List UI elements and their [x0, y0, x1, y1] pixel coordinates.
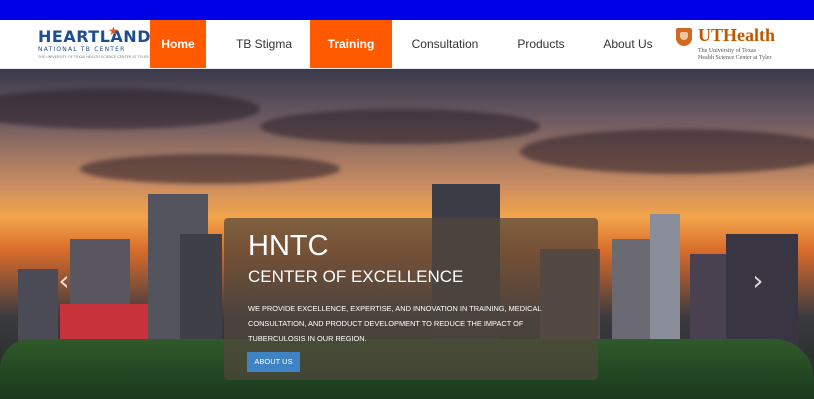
- cloud: [0, 89, 260, 129]
- nav-about-us[interactable]: About Us: [592, 20, 664, 68]
- nav-training[interactable]: Training: [310, 20, 392, 68]
- hero-carousel: ‹ › HNTC CENTER OF EXCELLENCE WE PROVIDE…: [0, 69, 814, 399]
- partner-line-2: Health Science Center at Tyler: [698, 55, 772, 61]
- partner-name: UTHealth: [698, 25, 776, 45]
- brand-subtitle: NATIONAL TB CENTER: [38, 46, 126, 53]
- hero-body: WE PROVIDE EXCELLENCE, EXPERTISE, AND IN…: [248, 304, 542, 343]
- cloud: [520, 129, 814, 174]
- about-us-button[interactable]: ABOUT US: [247, 352, 300, 372]
- nav-home[interactable]: Home: [150, 20, 206, 68]
- nav-tb-stigma[interactable]: TB Stigma: [226, 20, 302, 68]
- site-header: HEARTLAND ★ NATIONAL TB CENTER THE UNIVE…: [0, 20, 814, 69]
- partner-line-1: The University of Texas: [698, 48, 756, 54]
- chevron-right-icon[interactable]: ›: [748, 266, 768, 296]
- chevron-left-icon[interactable]: ‹: [54, 266, 74, 296]
- uthealth-logo[interactable]: UTHealth The University of Texas Health …: [676, 25, 786, 63]
- nav-consultation[interactable]: Consultation: [402, 20, 488, 68]
- heartland-logo[interactable]: HEARTLAND ★ NATIONAL TB CENTER THE UNIVE…: [38, 24, 150, 61]
- cloud: [260, 109, 540, 144]
- hero-subtitle: CENTER OF EXCELLENCE: [248, 267, 464, 286]
- hero-title: HNTC: [248, 230, 329, 262]
- top-bar: [0, 0, 814, 20]
- star-icon: ★: [108, 24, 119, 38]
- brand-name: HEARTLAND: [38, 27, 151, 46]
- shield-icon: [676, 28, 692, 46]
- nav-products[interactable]: Products: [506, 20, 576, 68]
- cloud: [80, 154, 340, 184]
- brand-tagline: THE UNIVERSITY OF TEXAS HEALTH SCIENCE C…: [38, 55, 149, 59]
- hero-caption: HNTC CENTER OF EXCELLENCE WE PROVIDE EXC…: [224, 218, 598, 380]
